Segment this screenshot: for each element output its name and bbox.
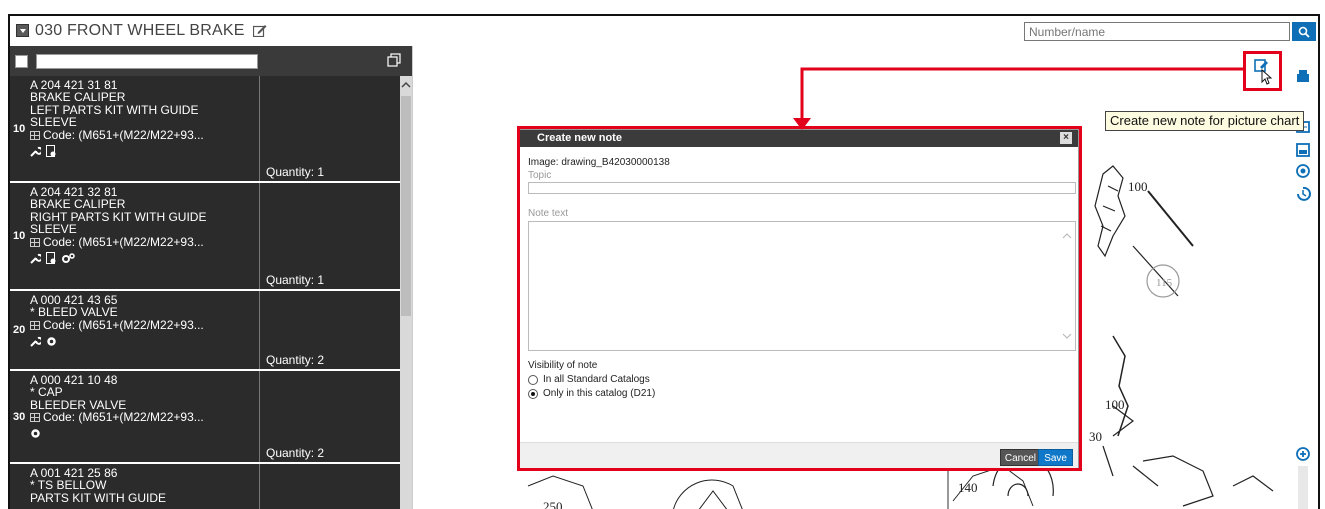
part-code: Code: (M651+(M22/M22+93... bbox=[43, 234, 204, 249]
visibility-label: Visibility of note bbox=[528, 360, 598, 371]
part-quantity: Quantity: 2 bbox=[266, 353, 325, 367]
radio-button[interactable] bbox=[528, 374, 538, 385]
create-note-dialog: Create new note × Image: drawing_B420300… bbox=[519, 129, 1079, 469]
gear-icon[interactable] bbox=[46, 336, 57, 347]
table-row[interactable]: A 001 421 25 86 * TS BELLOW PARTS KIT WI… bbox=[10, 464, 400, 509]
drawing-label: 100 bbox=[1128, 179, 1148, 194]
part-code: Code: (M651+(M22/M22+93... bbox=[43, 410, 204, 425]
wrench-icon[interactable] bbox=[30, 146, 41, 157]
part-position: 20 bbox=[10, 291, 28, 369]
parts-filter-input[interactable] bbox=[36, 54, 258, 69]
history-icon[interactable] bbox=[1297, 186, 1311, 201]
part-quantity: Quantity: 1 bbox=[266, 273, 325, 287]
parts-panel-header bbox=[10, 46, 412, 76]
wrench-icon[interactable] bbox=[30, 336, 41, 347]
part-line: * CAP bbox=[30, 385, 63, 400]
collapse-icon[interactable] bbox=[16, 24, 29, 37]
part-line: BRAKE CALIPER bbox=[30, 90, 126, 105]
search-input[interactable] bbox=[1024, 22, 1290, 41]
table-row[interactable]: 10 A 204 421 31 81 BRAKE CALIPER LEFT PA… bbox=[10, 76, 400, 183]
part-line: PARTS KIT WITH GUIDE bbox=[30, 490, 167, 505]
radio-this-catalog[interactable]: Only in this catalog (D21) bbox=[528, 388, 1072, 399]
zoom-in-icon[interactable] bbox=[1296, 447, 1310, 461]
table-row[interactable]: 20 A 000 421 43 65 * BLEED VALVE Code: (… bbox=[10, 291, 400, 371]
part-position: 10 bbox=[10, 183, 28, 289]
search-button[interactable] bbox=[1292, 22, 1316, 41]
code-table-icon bbox=[30, 237, 40, 247]
part-quantity: Quantity: 1 bbox=[266, 165, 325, 179]
parts-list[interactable]: 10 A 204 421 31 81 BRAKE CALIPER LEFT PA… bbox=[10, 76, 400, 509]
close-icon[interactable]: × bbox=[1060, 132, 1072, 144]
part-code: Code: (M651+(M22/M22+93... bbox=[43, 127, 204, 142]
drawing-label: 250 bbox=[543, 499, 563, 509]
drawing-label: 30 bbox=[1089, 429, 1102, 444]
part-number: A 000 421 10 48 bbox=[30, 373, 118, 387]
radio-label: In all Standard Catalogs bbox=[543, 374, 650, 385]
create-note-icon[interactable] bbox=[1253, 58, 1275, 86]
dialog-title-text: Create new note bbox=[537, 132, 622, 144]
part-quantity: Quantity: 2 bbox=[266, 446, 325, 460]
tooltip: Create new note for picture chart bbox=[1105, 111, 1305, 131]
copy-icon[interactable] bbox=[387, 53, 401, 67]
document-gear-icon[interactable] bbox=[46, 144, 57, 158]
window-icon[interactable] bbox=[1296, 143, 1310, 157]
save-button[interactable]: Save bbox=[1038, 449, 1073, 466]
dialog-footer: Cancel Save bbox=[520, 442, 1078, 468]
part-line: * TS BELLOW bbox=[30, 478, 107, 493]
cancel-button[interactable]: Cancel bbox=[999, 449, 1041, 466]
note-text-label: Note text bbox=[528, 208, 569, 219]
select-all-checkbox[interactable] bbox=[15, 55, 28, 68]
topic-input[interactable] bbox=[528, 182, 1076, 194]
table-row[interactable]: 10 A 204 421 32 81 BRAKE CALIPER RIGHT P… bbox=[10, 183, 400, 291]
code-table-icon bbox=[30, 320, 40, 330]
part-position: 30 bbox=[10, 371, 28, 462]
dialog-title: Create new note × bbox=[520, 130, 1078, 147]
zoom-slider[interactable] bbox=[1298, 466, 1308, 509]
drawing-label: 100 bbox=[1105, 397, 1125, 412]
document-gear-icon[interactable] bbox=[46, 251, 57, 265]
search-icon bbox=[1298, 26, 1310, 38]
radio-label: Only in this catalog (D21) bbox=[543, 388, 656, 399]
drawing-label: 115 bbox=[1156, 277, 1173, 289]
radio-all-catalogs[interactable]: In all Standard Catalogs bbox=[528, 374, 1072, 385]
gear-icon[interactable] bbox=[30, 428, 41, 439]
part-code: Code: (M651+(M22/M22+93... bbox=[43, 317, 204, 332]
table-row[interactable]: 30 A 000 421 10 48 * CAP BLEEDER VALVE C… bbox=[10, 371, 400, 464]
code-table-icon bbox=[30, 130, 40, 140]
edit-note-icon[interactable] bbox=[253, 24, 267, 37]
note-text-area[interactable] bbox=[528, 221, 1076, 351]
part-position: 10 bbox=[10, 76, 28, 181]
note-scroll-icon[interactable] bbox=[1062, 232, 1072, 342]
wrench-icon[interactable] bbox=[30, 253, 41, 264]
topic-label: Topic bbox=[528, 170, 552, 181]
drawing-label: 140 bbox=[958, 480, 978, 495]
part-line: BRAKE CALIPER bbox=[30, 197, 126, 212]
print-icon[interactable] bbox=[1297, 70, 1309, 82]
page-header: 030 FRONT WHEEL BRAKE bbox=[10, 16, 1318, 46]
gears-icon[interactable] bbox=[62, 252, 75, 264]
parts-scrollbar[interactable] bbox=[400, 76, 412, 509]
target-icon[interactable] bbox=[1296, 164, 1310, 178]
page-title: 030 FRONT WHEEL BRAKE bbox=[35, 22, 245, 39]
scroll-up-icon[interactable] bbox=[400, 78, 412, 92]
scrollbar-thumb[interactable] bbox=[401, 96, 411, 316]
catalog-frame: 030 FRONT WHEEL BRAKE 10 bbox=[8, 14, 1320, 509]
parts-panel: 10 A 204 421 31 81 BRAKE CALIPER LEFT PA… bbox=[10, 46, 412, 509]
code-table-icon bbox=[30, 413, 40, 423]
part-position bbox=[10, 464, 28, 509]
image-name: Image: drawing_B42030000138 bbox=[528, 157, 670, 168]
radio-button[interactable] bbox=[528, 388, 538, 399]
